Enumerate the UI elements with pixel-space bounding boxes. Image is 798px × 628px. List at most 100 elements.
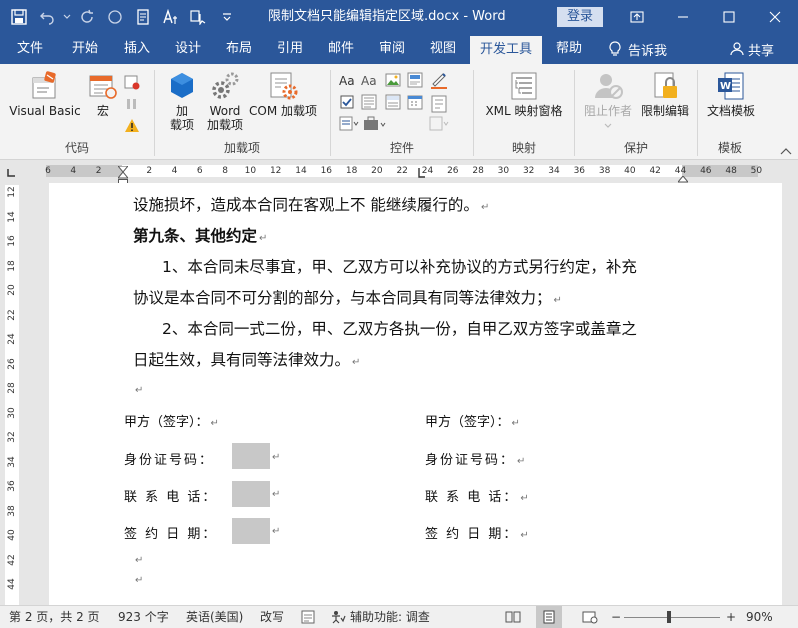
save-icon[interactable] (6, 4, 32, 30)
tab-review[interactable]: 审阅 (369, 34, 415, 64)
vertical-ruler[interactable]: 12 14 16 18 20 22 24 26 28 30 32 34 36 38 40 42 44 (5, 185, 19, 605)
ruler-tick: 6 (196, 166, 203, 176)
undo-icon[interactable] (34, 4, 60, 30)
redo-icon[interactable] (74, 4, 100, 30)
combo-box-content-control-icon[interactable] (361, 94, 377, 110)
tab-references[interactable]: 引用 (267, 34, 313, 64)
phone-label: 联 系 电 话： (124, 486, 217, 505)
form-label-text: 签 约 日 期： (124, 527, 218, 542)
zoom-slider-track[interactable] (624, 617, 720, 618)
ruler-tick: 42 (7, 553, 17, 566)
plain-text-content-control-icon[interactable]: Aa (361, 72, 379, 88)
font-format-icon[interactable] (158, 4, 184, 30)
tab-layout[interactable]: 布局 (216, 34, 262, 64)
paragraph-mark: ↵ (135, 555, 144, 566)
group-controls-icon[interactable] (429, 116, 449, 132)
group-controls-label: 控件 (389, 141, 414, 155)
zoom-out-button[interactable]: − (611, 606, 621, 628)
properties-icon[interactable] (429, 94, 449, 114)
zoom-in-button[interactable]: + (726, 606, 736, 628)
ruler-tick: 40 (7, 529, 17, 541)
com-addins-button[interactable]: COM 加载项 (247, 70, 319, 118)
group-templates: W 文档模板 模板 (698, 64, 762, 159)
horizontal-ruler[interactable]: 6 4 2 2 4 6 8 10 12 14 16 18 20 22 24 26 28 30 32 34 36 38 40 4… (45, 165, 762, 177)
word-count[interactable]: 923 个字 (118, 606, 169, 628)
pause-recording-icon[interactable] (124, 96, 140, 112)
block-authors-button[interactable]: 阻止作者 (581, 70, 635, 128)
word-template-icon: W (715, 70, 747, 102)
language[interactable]: 英语(美国) (186, 606, 243, 628)
record-macro-icon[interactable] (124, 74, 140, 90)
tell-me-box[interactable]: 告诉我 (608, 34, 667, 64)
ribbon-display-options-icon[interactable] (614, 0, 660, 34)
web-layout-icon[interactable] (582, 606, 598, 628)
macro-record-icon[interactable] (301, 606, 317, 628)
title-bar: 限制文档只能编辑指定区域.docx - Word 登录 (0, 0, 798, 34)
first-line-indent-marker[interactable] (116, 161, 130, 173)
paragraph-mark: ↵ (511, 418, 520, 429)
xml-mapping-pane-button[interactable]: XML 映射窗格 (480, 70, 568, 118)
collapse-ribbon-icon[interactable] (780, 144, 794, 156)
paragraph-mark: ↵ (210, 418, 219, 429)
addins-button[interactable]: 加 载项 (163, 70, 201, 132)
ruler-tick: 8 (222, 166, 228, 176)
undo-dropdown-icon[interactable] (62, 4, 72, 30)
word-addins-button[interactable]: Word 加载项 (203, 70, 247, 132)
legacy-tools-icon[interactable] (363, 116, 387, 132)
ruler-tick: 30 (7, 406, 17, 419)
minimize-icon[interactable] (660, 0, 706, 34)
picture-content-control-icon[interactable] (385, 72, 401, 88)
document-icon[interactable] (130, 4, 156, 30)
tab-insert[interactable]: 插入 (114, 34, 160, 64)
macro-button[interactable]: 宏 (86, 70, 120, 118)
tab-file[interactable]: 文件 (8, 34, 52, 64)
rich-text-content-control-icon[interactable]: Aa (339, 72, 357, 88)
ruler-tick: 26 (447, 166, 459, 176)
empty-paragraph: ↵ (133, 379, 143, 397)
overtype-mode[interactable]: 改写 (260, 606, 284, 628)
tab-mailings[interactable]: 邮件 (318, 34, 364, 64)
document-template-button[interactable]: W 文档模板 (702, 70, 760, 118)
design-mode-icon[interactable] (429, 70, 449, 90)
checkbox-content-control-icon[interactable] (339, 94, 355, 110)
select-cursor-icon[interactable] (186, 4, 212, 30)
visual-basic-button[interactable]: Visual Basic (6, 70, 84, 118)
zoom-level[interactable]: 90% (746, 606, 773, 628)
login-button[interactable]: 登录 (557, 7, 603, 27)
id-number-label: 身份证号码： ↵ (425, 449, 525, 468)
repeating-section-content-control-icon[interactable] (339, 116, 359, 132)
tab-help[interactable]: 帮助 (546, 34, 592, 64)
xml-mapping-icon (508, 70, 540, 102)
tab-design[interactable]: 设计 (165, 34, 211, 64)
document-page[interactable]: 设施损坏，造成本合同在客观上不 能继续履行的。 ↵ 第九条、其他约定 ↵ 1、本合同… (49, 183, 782, 605)
editable-region[interactable] (232, 443, 270, 469)
customize-qat-icon[interactable] (214, 4, 240, 30)
page-count[interactable]: 第 2 页，共 2 页 (9, 606, 100, 628)
maximize-icon[interactable] (706, 0, 752, 34)
read-mode-icon[interactable] (505, 606, 521, 628)
editable-region[interactable] (232, 481, 270, 507)
editable-region[interactable] (232, 518, 270, 544)
share-button[interactable]: 共享 (730, 34, 774, 64)
right-indent-marker[interactable] (676, 172, 690, 183)
date-picker-content-control-icon[interactable] (407, 94, 423, 110)
tab-view[interactable]: 视图 (420, 34, 466, 64)
tab-developer[interactable]: 开发工具 (470, 36, 542, 64)
circle-icon[interactable] (102, 4, 128, 30)
restrict-editing-button[interactable]: 限制编辑 (635, 70, 695, 118)
accessibility-checker[interactable]: 辅助功能: 调查 (330, 606, 430, 628)
zoom-slider-thumb[interactable] (667, 611, 671, 623)
body-line: 设施损坏，造成本合同在客观上不 能继续履行的。 ↵ (133, 193, 489, 215)
building-block-gallery-icon[interactable] (407, 72, 423, 88)
tab-home[interactable]: 开始 (62, 34, 108, 64)
tab-stop-marker[interactable] (418, 167, 426, 178)
print-layout-icon[interactable] (536, 606, 562, 628)
drop-down-list-content-control-icon[interactable] (385, 94, 401, 110)
tab-selector[interactable] (0, 161, 22, 183)
close-icon[interactable] (752, 0, 798, 34)
id-number-label: 身份证号码： (124, 449, 214, 468)
group-code: Visual Basic 宏 代码 (0, 64, 154, 159)
document-area: 设施损坏，造成本合同在客观上不 能继续履行的。 ↵ 第九条、其他约定 ↵ 1、本合同… (22, 183, 798, 605)
macro-security-warning-icon[interactable] (124, 118, 140, 134)
ruler-tick: 36 (7, 480, 17, 492)
